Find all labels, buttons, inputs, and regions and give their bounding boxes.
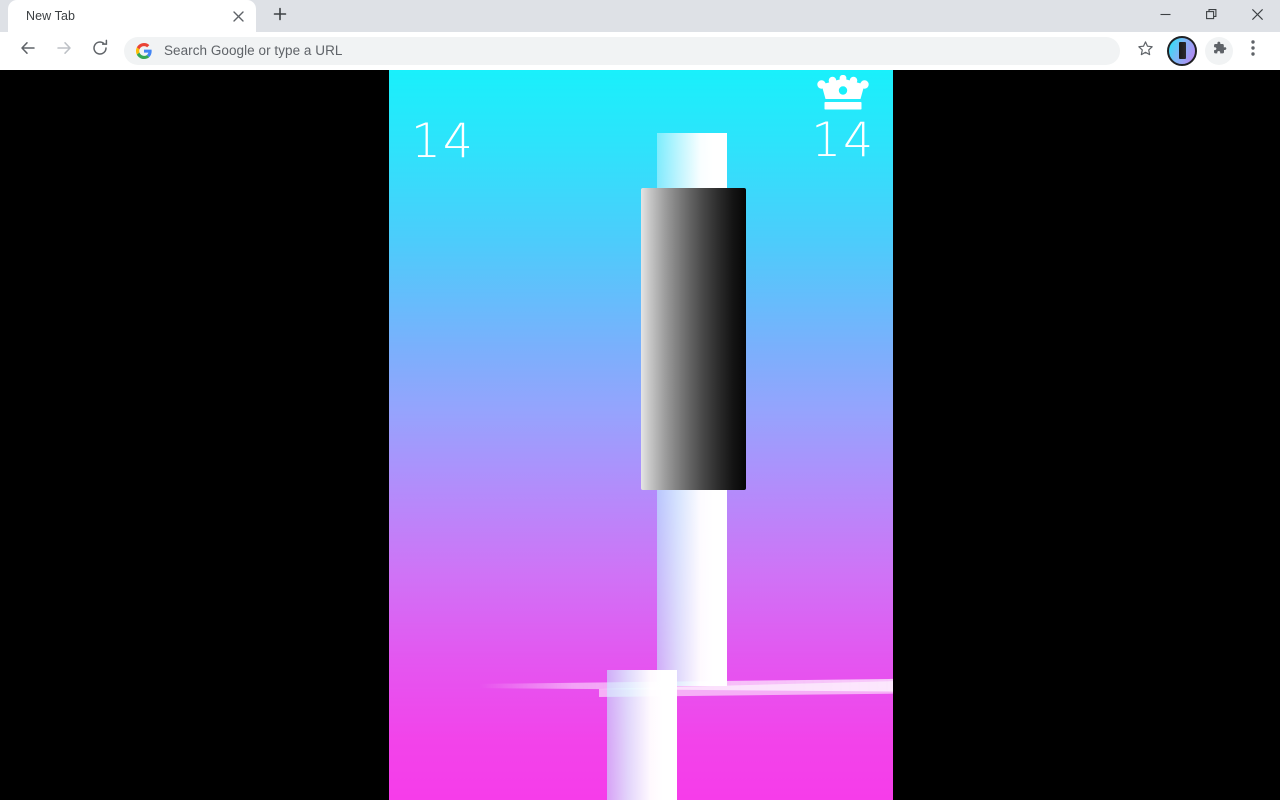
- tab-strip: New Tab: [0, 0, 1280, 32]
- browser-window: New Tab Search Google or type a URL 14 1…: [0, 0, 1280, 800]
- score-display: 14: [411, 114, 475, 169]
- falling-block: [641, 188, 746, 490]
- forward-button[interactable]: [49, 36, 79, 66]
- browser-toolbar: Search Google or type a URL: [0, 32, 1280, 70]
- crown-icon: [817, 74, 869, 111]
- puzzle-piece-icon: [1211, 40, 1227, 61]
- address-bar[interactable]: Search Google or type a URL: [124, 36, 1120, 65]
- arrow-left-icon: [19, 39, 37, 62]
- window-controls: [1142, 0, 1280, 32]
- google-g-icon: [136, 42, 152, 59]
- window-maximize-button[interactable]: [1188, 0, 1234, 32]
- minimize-icon: [1160, 7, 1171, 25]
- bookmark-button[interactable]: [1130, 36, 1160, 66]
- plus-icon: [273, 7, 287, 26]
- profile-avatar[interactable]: [1167, 35, 1197, 66]
- tab-title: New Tab: [26, 9, 76, 23]
- reload-button[interactable]: [85, 36, 115, 66]
- back-button[interactable]: [13, 36, 43, 66]
- new-tab-button[interactable]: [266, 2, 294, 30]
- close-icon: [1251, 7, 1263, 25]
- tower-pillar-next: [607, 670, 677, 800]
- best-score-display: 14: [811, 113, 875, 168]
- game-canvas[interactable]: 14 14: [389, 70, 893, 800]
- avatar-icon: [1178, 42, 1186, 59]
- best-score-group: 14: [811, 74, 875, 168]
- browser-tab-new-tab[interactable]: New Tab: [8, 0, 256, 32]
- close-icon[interactable]: [228, 6, 248, 26]
- reload-icon: [91, 39, 109, 62]
- star-icon: [1137, 40, 1154, 62]
- chrome-menu-button[interactable]: [1238, 36, 1268, 66]
- address-bar-input[interactable]: Search Google or type a URL: [164, 43, 342, 58]
- three-dot-menu-icon: [1251, 40, 1255, 61]
- arrow-right-icon: [55, 39, 73, 62]
- window-minimize-button[interactable]: [1142, 0, 1188, 32]
- maximize-icon: [1205, 7, 1217, 25]
- extensions-button[interactable]: [1205, 36, 1233, 65]
- window-close-button[interactable]: [1234, 0, 1280, 32]
- page-viewport: 14 14: [0, 70, 1280, 800]
